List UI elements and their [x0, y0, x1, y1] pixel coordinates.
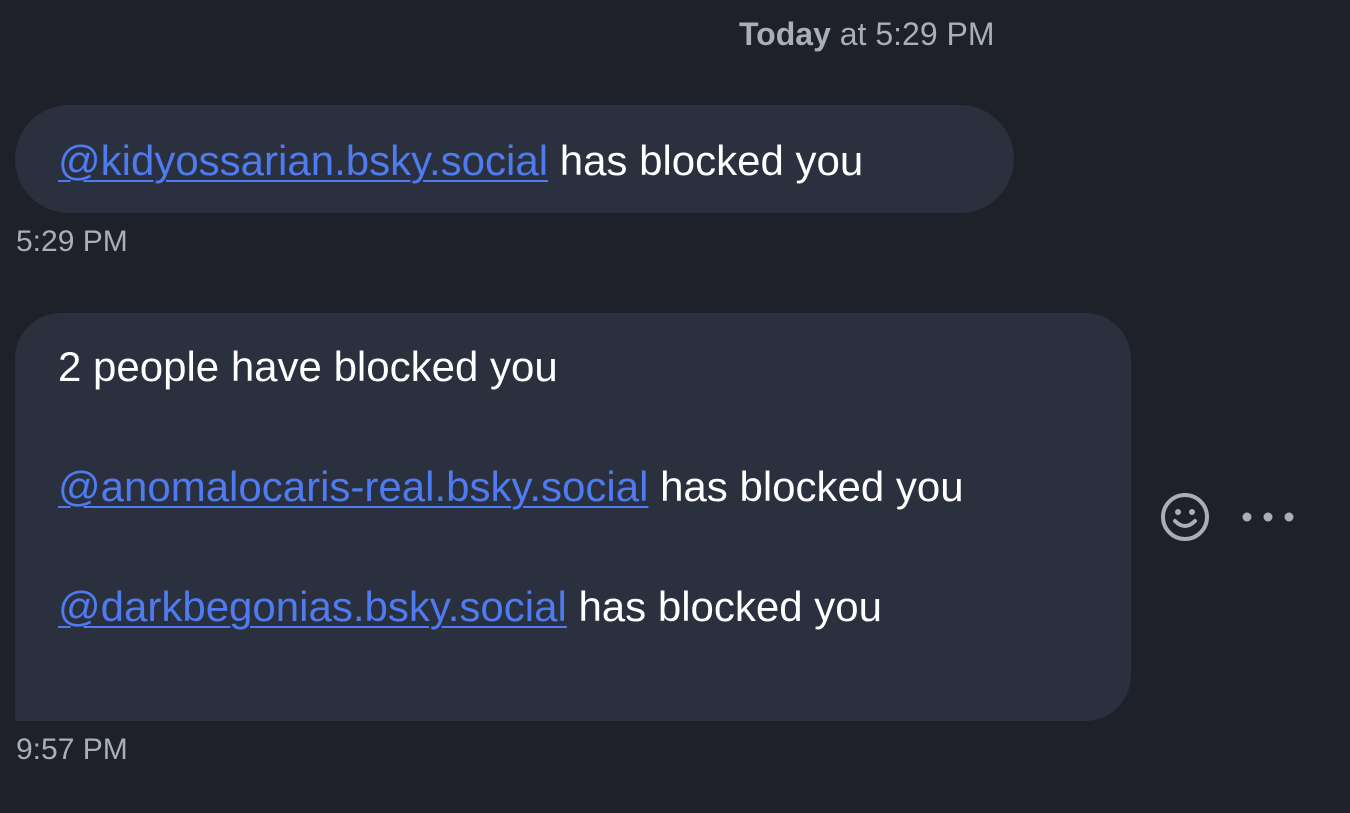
mention-link[interactable]: @anomalocaris-real.bsky.social — [58, 463, 648, 510]
mention-link[interactable]: @darkbegonias.bsky.social — [58, 583, 567, 630]
message-bubble[interactable]: 2 people have blocked you @anomalocaris-… — [15, 313, 1131, 721]
message-text: has blocked you — [566, 583, 882, 630]
message-timestamp: 9:57 PM — [16, 733, 128, 766]
add-reaction-button[interactable] — [1158, 490, 1212, 544]
mention-link[interactable]: @kidyossarian.bsky.social — [58, 137, 548, 184]
message-line: @kidyossarian.bsky.social has blocked yo… — [58, 137, 1014, 185]
message-timestamp: 5:29 PM — [16, 225, 128, 258]
message-intro: 2 people have blocked you — [58, 343, 558, 390]
message-text: has blocked you — [648, 463, 964, 510]
date-separator: Today at 5:29 PM — [739, 14, 995, 54]
message-bubble[interactable]: @kidyossarian.bsky.social has blocked yo… — [15, 105, 1014, 213]
message-actions — [1158, 490, 1296, 544]
message-line: @anomalocaris-real.bsky.social has block… — [58, 463, 1131, 511]
message-text: has blocked you — [548, 137, 864, 184]
date-time: at 5:29 PM — [830, 16, 995, 52]
date-day: Today — [739, 16, 831, 52]
more-options-button[interactable] — [1240, 490, 1296, 544]
smiley-icon — [1161, 493, 1209, 541]
chat-view: Today at 5:29 PM @kidyossarian.bsky.soci… — [0, 0, 1350, 813]
message-line: @darkbegonias.bsky.social has blocked yo… — [58, 583, 1131, 631]
ellipsis-icon — [1242, 512, 1294, 522]
